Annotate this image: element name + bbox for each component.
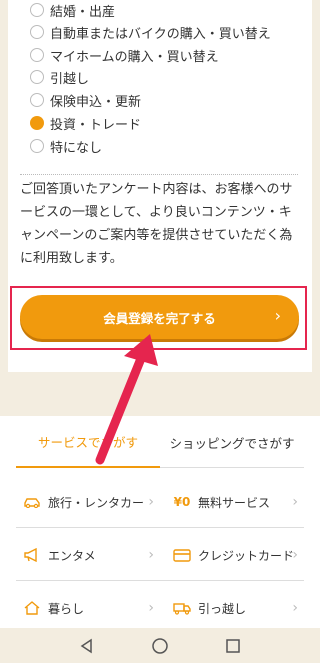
complete-registration-button[interactable]: 会員登録を完了する ›	[20, 295, 299, 339]
credit-card-icon	[172, 548, 192, 562]
category-label: 無料サービス	[198, 495, 271, 510]
chevron-right-icon: ›	[148, 494, 154, 510]
recents-icon[interactable]	[221, 634, 245, 658]
chevron-right-icon: ›	[148, 600, 154, 616]
chevron-right-icon: ›	[292, 494, 298, 510]
category-moving[interactable]: 引っ越し ›	[160, 582, 304, 634]
option-label: マイホームの購入・買い替え	[50, 49, 219, 65]
section-gap	[0, 372, 320, 416]
search-tabs: サービスでさがす ショッピングでさがす	[16, 416, 304, 468]
option-label: 引越し	[50, 71, 90, 87]
privacy-notice: ご回答頂いたアンケート内容は、お客様へのサービスの一環として、より良いコンテンツ…	[20, 182, 293, 266]
android-nav-bar	[0, 628, 320, 663]
tab-label: サービスでさがす	[37, 434, 138, 450]
chevron-right-icon: ›	[148, 547, 154, 563]
divider	[20, 174, 298, 175]
radio-investment-checked[interactable]	[30, 116, 44, 130]
category-entertainment[interactable]: エンタメ ›	[16, 529, 160, 581]
category-label: 旅行・レンタカー	[48, 495, 145, 510]
category-row: 暮らし › 引っ越し ›	[16, 582, 304, 634]
category-row: エンタメ › クレジットカード ›	[16, 529, 304, 581]
category-row: 旅行・レンタカー › ¥0 無料サービス ›	[16, 476, 304, 528]
option-label: 結婚・出産	[50, 4, 116, 20]
category-label: 暮らし	[48, 601, 85, 616]
category-label: エンタメ	[48, 548, 96, 563]
category-free-service[interactable]: ¥0 無料サービス ›	[160, 476, 304, 528]
tab-label: ショッピングでさがす	[169, 435, 295, 451]
option-moving[interactable]: 引越し	[30, 67, 300, 87]
radio-none[interactable]	[30, 139, 44, 153]
submit-label: 会員登録を完了する	[103, 310, 216, 326]
category-label: クレジットカード	[198, 548, 295, 563]
option-none[interactable]: 特になし	[30, 136, 300, 156]
category-living[interactable]: 暮らし ›	[16, 582, 160, 634]
chevron-right-icon: ›	[292, 547, 298, 563]
chevron-right-icon: ›	[274, 306, 281, 325]
radio-vehicle[interactable]	[30, 25, 44, 39]
radio-home[interactable]	[30, 48, 44, 62]
option-label: 投資・トレード	[50, 117, 142, 133]
tab-search-by-shopping[interactable]: ショッピングでさがす	[160, 416, 304, 468]
home-icon[interactable]	[148, 634, 172, 658]
megaphone-icon	[22, 548, 42, 562]
moving-truck-icon	[172, 601, 192, 615]
option-home[interactable]: マイホームの購入・買い替え	[30, 45, 300, 65]
option-label: 特になし	[50, 140, 103, 156]
tab-search-by-service[interactable]: サービスでさがす	[16, 416, 160, 468]
chevron-right-icon: ›	[292, 600, 298, 616]
option-investment[interactable]: 投資・トレード	[30, 113, 300, 133]
category-credit-card[interactable]: クレジットカード ›	[160, 529, 304, 581]
option-vehicle[interactable]: 自動車またはバイクの購入・買い替え	[30, 22, 300, 42]
car-icon	[22, 496, 42, 508]
radio-insurance[interactable]	[30, 93, 44, 107]
house-icon	[22, 600, 42, 616]
category-panel: サービスでさがす ショッピングでさがす 旅行・レンタカー › ¥0 無料サービス…	[0, 416, 320, 628]
option-marriage[interactable]: 結婚・出産	[30, 0, 300, 20]
option-label: 保険申込・更新	[50, 94, 142, 110]
back-icon[interactable]	[75, 634, 99, 658]
option-insurance[interactable]: 保険申込・更新	[30, 90, 300, 110]
radio-moving[interactable]	[30, 70, 44, 84]
category-label: 引っ越し	[198, 601, 247, 616]
category-travel[interactable]: 旅行・レンタカー ›	[16, 476, 160, 528]
yen-zero-icon: ¥0	[173, 495, 191, 509]
option-label: 自動車またはバイクの購入・買い替え	[50, 26, 271, 42]
radio-marriage[interactable]	[30, 3, 44, 17]
